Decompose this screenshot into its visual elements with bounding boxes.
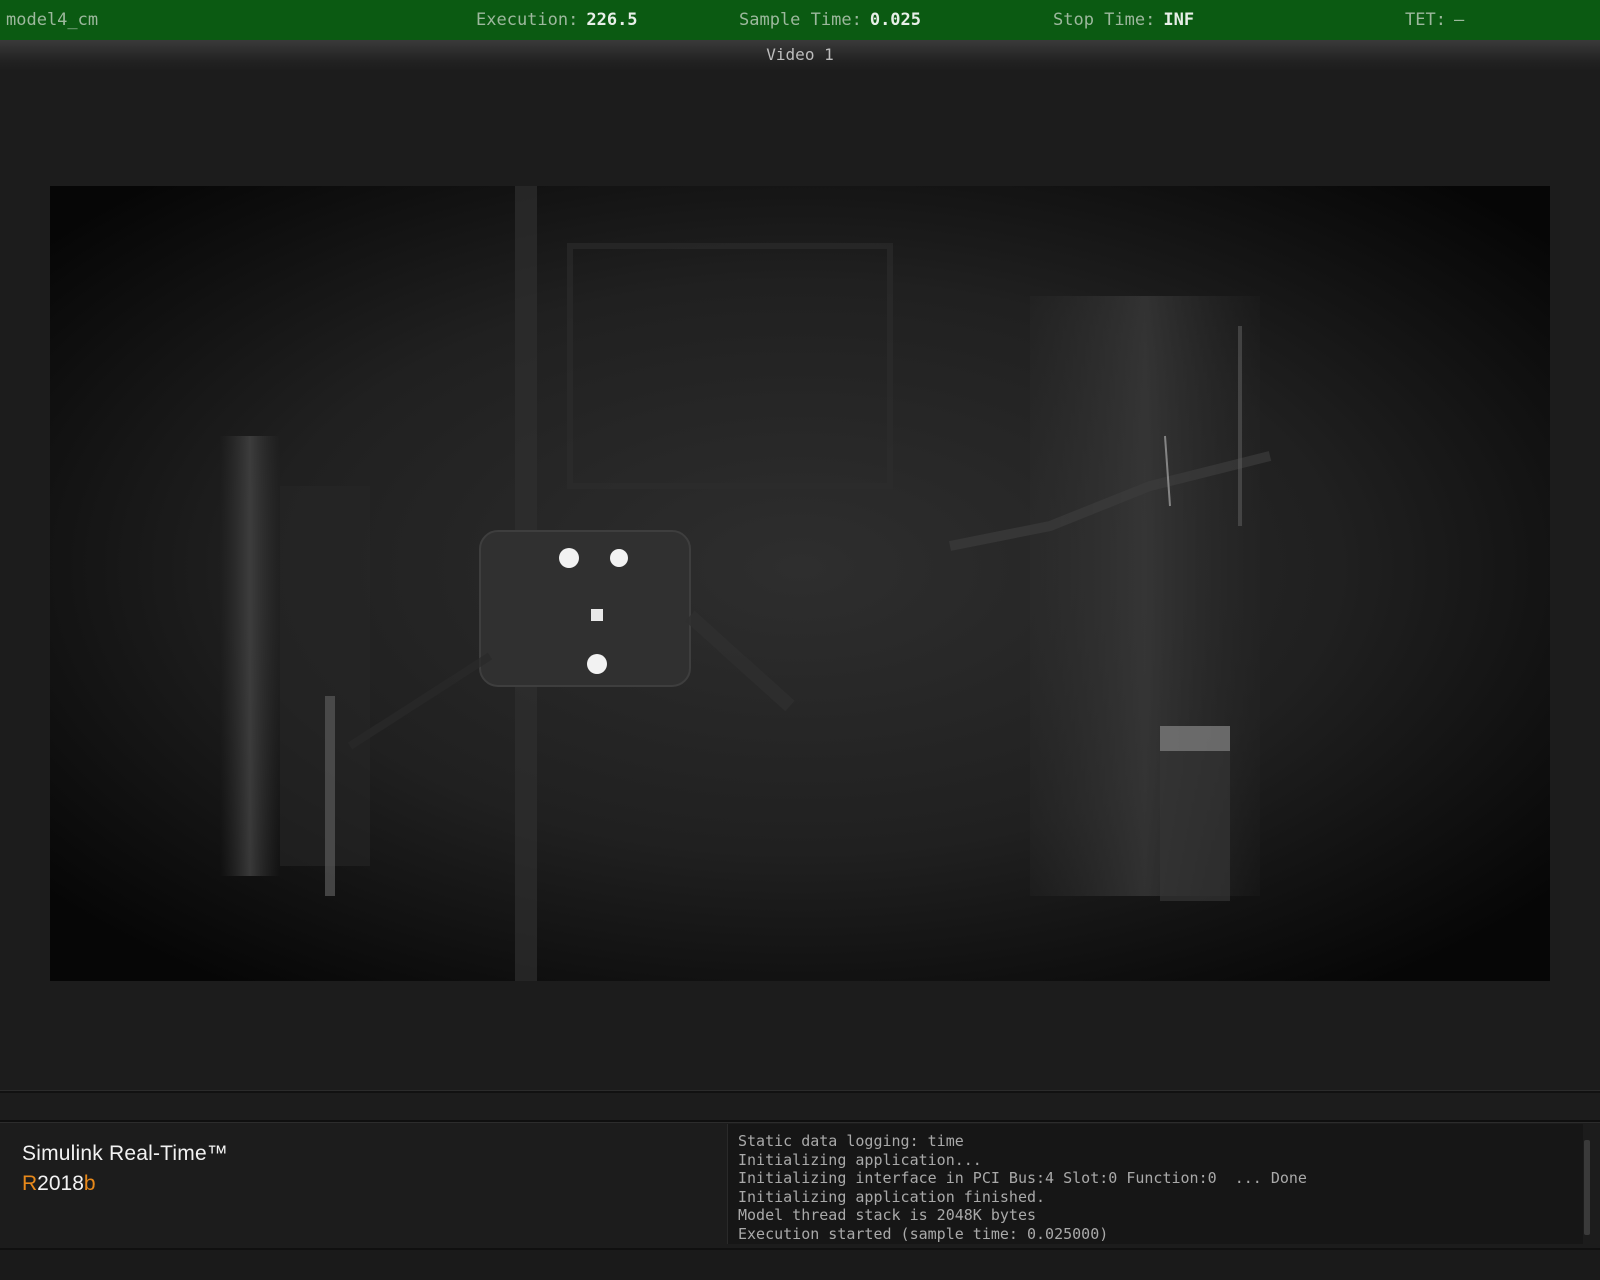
log-scrollbar[interactable] [1584, 1140, 1590, 1235]
execution-readout: Execution: 226.5 [476, 10, 638, 30]
release-prefix: R [22, 1172, 38, 1195]
tet-label: TET: [1405, 10, 1446, 30]
divider [0, 1090, 1600, 1093]
divider [0, 1120, 1600, 1123]
stop-time-value: INF [1163, 10, 1195, 30]
sample-time-readout: Sample Time: 0.025 [739, 10, 921, 30]
brand-logo: Simulink Real-Time™ R2018b [22, 1142, 228, 1196]
stop-time-label: Stop Time: [1053, 10, 1156, 30]
video-header: Video 1 [0, 40, 1600, 70]
release-year: 2018 [37, 1172, 84, 1195]
product-name: Simulink Real-Time™ [22, 1142, 229, 1165]
release-suffix: b [83, 1172, 96, 1195]
video-title: Video 1 [766, 45, 834, 64]
log-line: Initializing interface in PCI Bus:4 Slot… [738, 1169, 1307, 1188]
log-line: Static data logging: time [738, 1132, 964, 1150]
tet-readout: TET: – [1405, 10, 1464, 30]
log-line: Execution started (sample time: 0.025000… [738, 1224, 1109, 1243]
sample-time-label: Sample Time: [739, 10, 862, 30]
model-name: model4_cm [6, 10, 99, 30]
sample-time-value: 0.025 [869, 10, 922, 30]
video-display [50, 186, 1550, 981]
bottom-strip [0, 1248, 1600, 1280]
tet-value: – [1453, 10, 1465, 30]
execution-value: 226.5 [586, 10, 638, 30]
log-console: Static data logging: time Initializing a… [727, 1124, 1583, 1244]
stop-time-readout: Stop Time: INF [1053, 10, 1194, 30]
log-line: Initializing application... [738, 1150, 982, 1169]
execution-label: Execution: [476, 10, 579, 30]
release-version: R2018b [22, 1172, 228, 1196]
status-bar: model4_cm Execution: 226.5 Sample Time: 0.… [0, 0, 1600, 41]
log-line: Initializing application finished. [738, 1187, 1046, 1206]
camera-feed-image [50, 186, 1550, 981]
log-line: Model thread stack is 2048K bytes [738, 1206, 1037, 1225]
